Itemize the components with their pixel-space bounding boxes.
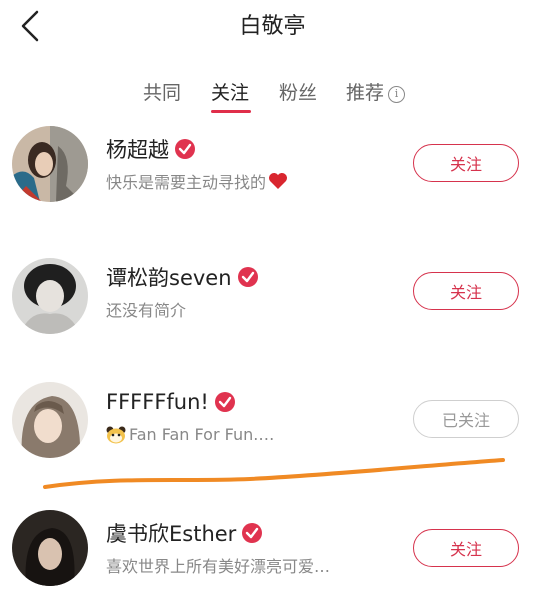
tab-bar: 共同 关注 粉丝 推荐 i <box>0 74 545 116</box>
user-name[interactable]: 虞书欣Esther <box>106 518 263 548</box>
tab-common[interactable]: 共同 <box>143 78 181 105</box>
user-bio-text: 快乐是需要主动寻找的 <box>106 173 267 192</box>
page-title: 白敬亭 <box>239 14 306 39</box>
user-bio: Fan Fan For Fun.… <box>106 425 274 444</box>
verified-badge-icon <box>214 392 235 412</box>
verified-badge-icon <box>175 139 195 159</box>
user-name-text: FFFFFfun! <box>106 390 209 414</box>
heart-icon <box>269 173 288 189</box>
user-name-text: 谭松韵seven <box>106 266 232 290</box>
follow-button[interactable]: 关注 <box>413 144 519 182</box>
list-item[interactable]: 谭松韵seven 还没有简介 关注 <box>0 246 545 356</box>
user-bio-text: Fan Fan For Fun.… <box>129 425 275 444</box>
active-tab-indicator <box>211 110 251 113</box>
verified-badge-icon <box>237 267 258 287</box>
avatar[interactable] <box>12 258 88 334</box>
user-bio-text: 喜欢世界上所有美好漂亮可爱… <box>106 557 331 576</box>
user-name[interactable]: 谭松韵seven <box>106 262 258 292</box>
avatar[interactable] <box>12 382 88 458</box>
top-bar: 白敬亭 <box>0 0 545 60</box>
user-bio-text: 还没有简介 <box>106 301 187 320</box>
followed-button[interactable]: 已关注 <box>413 400 519 438</box>
info-icon[interactable]: i <box>388 86 406 103</box>
panda-icon <box>106 426 126 443</box>
follow-button[interactable]: 关注 <box>413 272 519 310</box>
user-bio: 快乐是需要主动寻找的 <box>106 169 288 193</box>
list-item[interactable]: 虞书欣Esther 喜欢世界上所有美好漂亮可爱… 关注 <box>0 496 545 600</box>
user-name[interactable]: FFFFFfun! <box>106 390 235 414</box>
user-name-text: 杨超越 <box>106 138 169 162</box>
avatar[interactable] <box>12 510 88 586</box>
verified-badge-icon <box>242 523 263 543</box>
tab-recommend-label: 推荐 <box>346 82 385 104</box>
follow-button[interactable]: 关注 <box>413 529 519 567</box>
user-name[interactable]: 杨超越 <box>106 134 195 164</box>
avatar[interactable] <box>12 126 88 202</box>
tab-recommend[interactable]: 推荐 i <box>346 78 406 105</box>
annotation-stroke <box>43 458 505 489</box>
user-bio: 还没有简介 <box>106 297 186 321</box>
tab-following[interactable]: 关注 <box>211 78 249 105</box>
user-name-text: 虞书欣Esther <box>106 522 237 546</box>
tab-fans[interactable]: 粉丝 <box>279 78 317 105</box>
user-bio: 喜欢世界上所有美好漂亮可爱… <box>106 553 330 577</box>
list-item[interactable]: 杨超越 快乐是需要主动寻找的 关注 <box>0 118 545 228</box>
